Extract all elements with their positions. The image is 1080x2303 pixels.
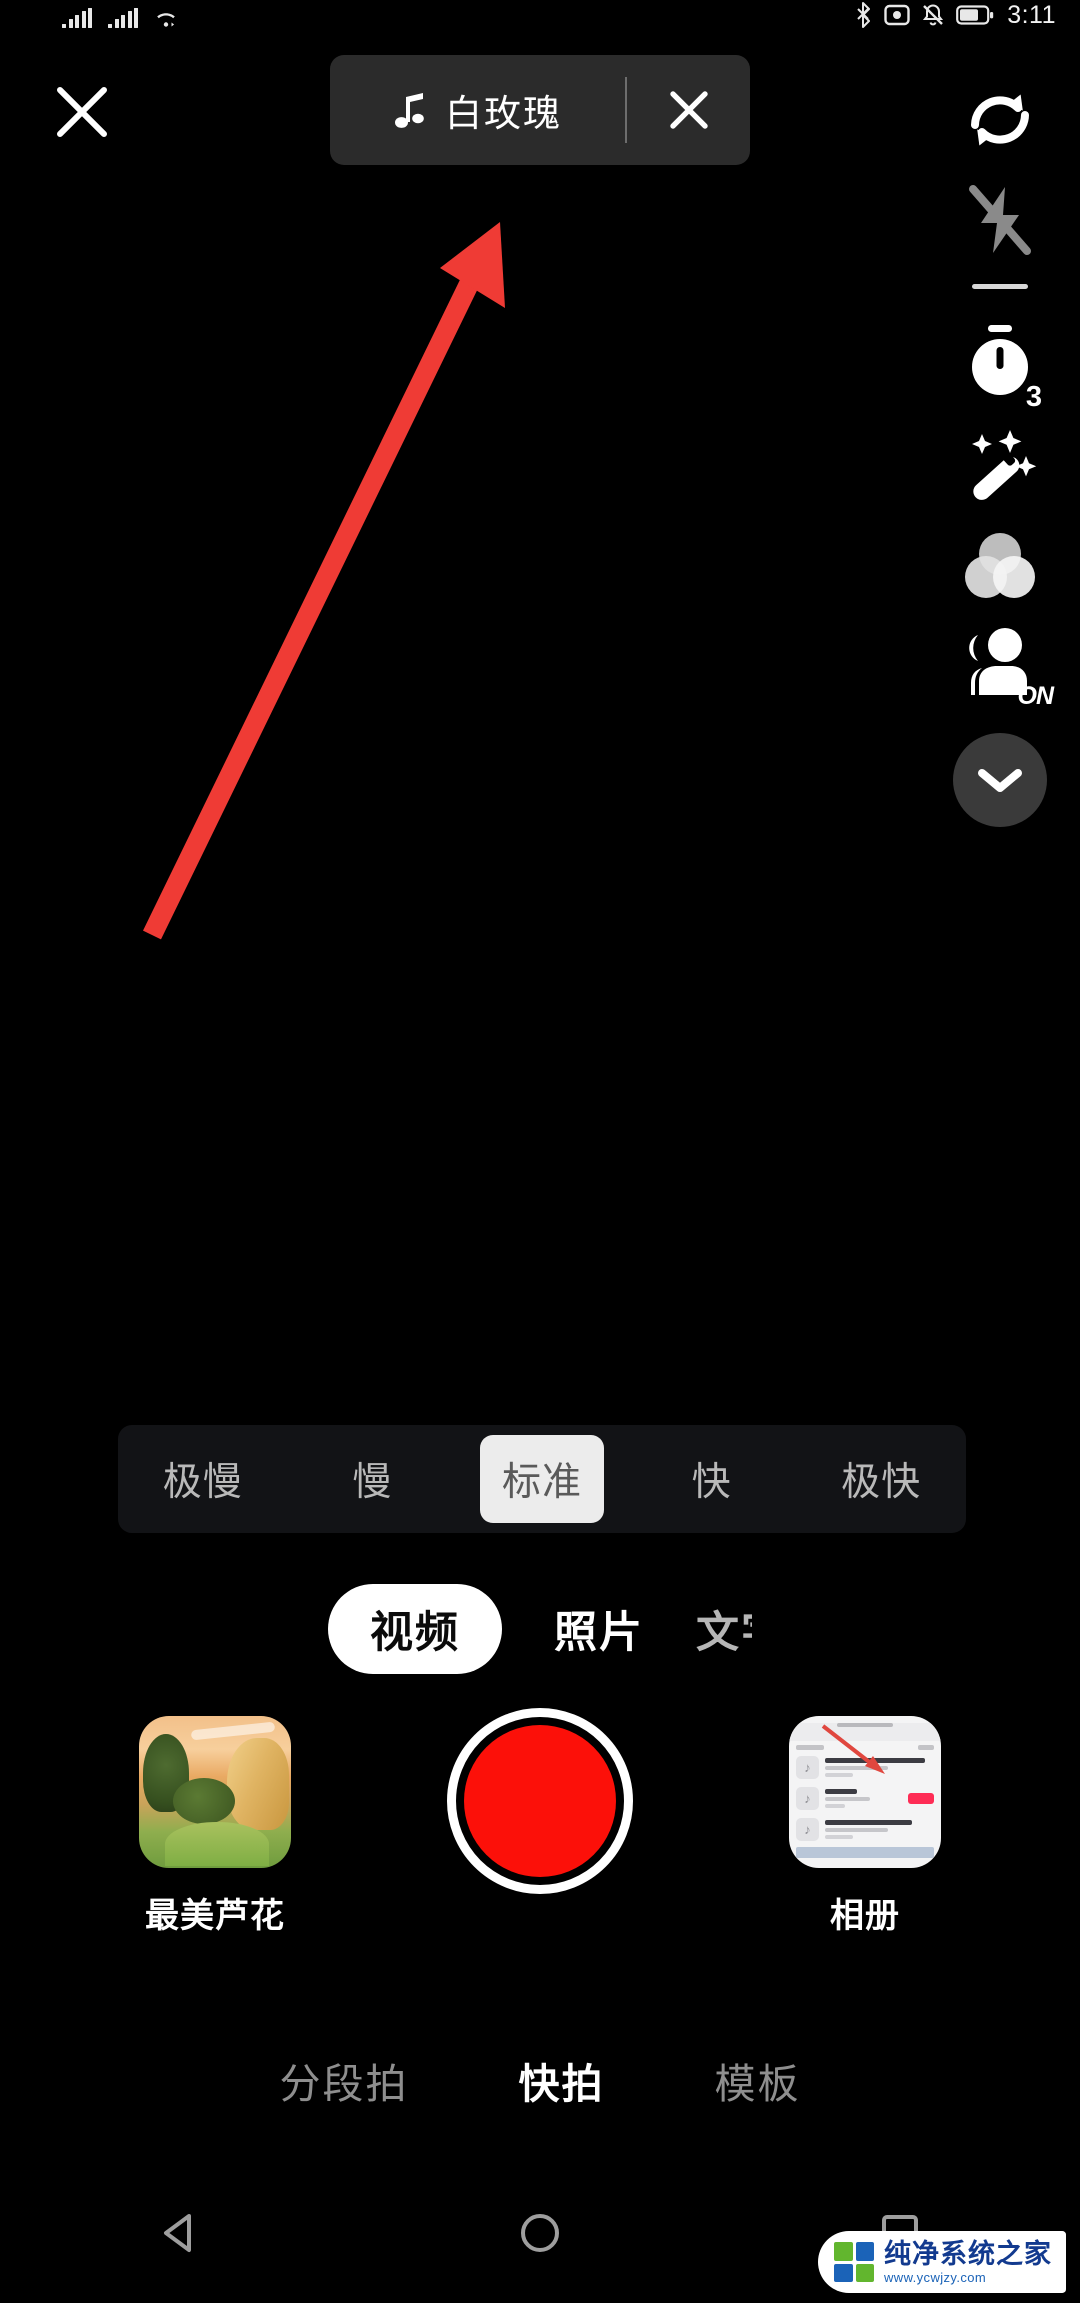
speed-option-fast[interactable]: 快 <box>627 1425 797 1533</box>
effect-label: 最美芦花 <box>145 1897 285 1935</box>
music-note-icon <box>395 93 424 128</box>
music-title: 白玫瑰 <box>445 93 562 134</box>
watermark-text: 纯净系统之家 www.ycwjzy.com <box>884 2238 1052 2285</box>
status-bar-right-icons: 3:11 <box>855 0 1056 30</box>
portrait-on-badge: ON <box>1017 681 1054 710</box>
mode-template[interactable]: 模板 <box>715 2050 801 2110</box>
rail-divider <box>972 284 1028 289</box>
capture-mode-tabs[interactable]: 视频 照片 文字 <box>0 1582 1080 1676</box>
album-thumb-row: ♪ <box>789 1814 941 1845</box>
speed-label: 标准 <box>479 1435 604 1523</box>
speed-option-standard[interactable]: 标准 <box>457 1425 627 1533</box>
filters-button[interactable] <box>920 515 1080 615</box>
album-thumbnail[interactable]: ♪ ♪ ♪ <box>789 1716 941 1868</box>
remove-music-button[interactable] <box>627 55 750 165</box>
wifi-icon <box>154 8 178 28</box>
record-inner-circle <box>464 1725 616 1877</box>
watermark-logo-icon <box>834 2242 874 2282</box>
close-camera-button[interactable] <box>44 74 120 150</box>
tab-text[interactable]: 文字 <box>696 1598 752 1660</box>
flash-toggle-button[interactable] <box>920 170 1080 270</box>
site-watermark: 纯净系统之家 www.ycwjzy.com <box>818 2231 1066 2293</box>
effect-shortcut[interactable]: 最美芦花 <box>100 1716 330 1937</box>
speed-label: 慢 <box>352 1461 393 1504</box>
speed-label: 快 <box>691 1461 732 1504</box>
timer-badge-value: 3 <box>1023 380 1044 414</box>
close-icon <box>57 87 107 137</box>
watermark-title: 纯净系统之家 <box>884 2238 1052 2269</box>
tab-video[interactable]: 视频 <box>328 1584 502 1674</box>
thumb-path <box>165 1822 269 1866</box>
effect-thumbnail[interactable] <box>139 1716 291 1868</box>
flip-camera-button[interactable] <box>920 70 1080 170</box>
portrait-mode-button[interactable]: ON <box>920 615 1080 715</box>
beauty-wand-icon <box>972 430 1037 500</box>
speed-label: 极快 <box>841 1461 922 1504</box>
album-shortcut[interactable]: ♪ ♪ ♪ 相册 <box>750 1716 980 1937</box>
speed-option-slow[interactable]: 慢 <box>288 1425 458 1533</box>
tab-photo[interactable]: 照片 <box>554 1598 644 1660</box>
flip-camera-icon <box>971 94 1029 146</box>
album-thumb-footer <box>796 1847 934 1858</box>
home-circle-icon <box>521 2214 559 2252</box>
camera-tools-rail: 3 ON <box>920 70 1080 827</box>
filters-icon <box>965 533 1035 598</box>
beauty-effects-button[interactable] <box>920 415 1080 515</box>
status-bar-left-icons <box>62 2 178 28</box>
back-triangle-icon <box>164 2214 191 2252</box>
mode-segmented[interactable]: 分段拍 <box>280 2050 409 2110</box>
countdown-timer-button[interactable]: 3 <box>920 315 1080 415</box>
status-bar-clock: 3:11 <box>1007 1 1056 29</box>
thumb-bush <box>173 1778 235 1824</box>
nav-back-button[interactable] <box>120 2163 240 2303</box>
portrait-icon-wrap: ON <box>959 625 1054 708</box>
bluetooth-icon <box>855 2 873 28</box>
chevron-down-icon <box>978 769 1022 792</box>
nav-home-button[interactable] <box>480 2163 600 2303</box>
record-button[interactable] <box>447 1708 633 1894</box>
speed-selector[interactable]: 极慢 慢 标准 快 极快 <box>118 1425 966 1533</box>
speed-option-very-slow[interactable]: 极慢 <box>118 1425 288 1533</box>
mode-quick[interactable]: 快拍 <box>519 2050 605 2110</box>
timer-icon-wrap: 3 <box>964 323 1045 414</box>
album-label: 相册 <box>830 1897 900 1935</box>
album-thumb-row: ♪ <box>789 1783 941 1814</box>
battery-icon <box>956 4 994 26</box>
speed-label: 极慢 <box>162 1461 243 1504</box>
notifications-muted-icon <box>921 3 945 27</box>
douyin-camera-screen: 3:11 白玫瑰 3 ON 极慢 慢 标准 快 极快 视频 照片 文 最美芦花 … <box>0 0 1080 2303</box>
selected-music-pill[interactable]: 白玫瑰 <box>330 55 750 165</box>
album-thumb-annotation-arrow <box>821 1724 885 1774</box>
close-icon <box>669 91 708 129</box>
capture-row: 最美芦花 ♪ ♪ ♪ 相册 <box>0 1708 1080 1966</box>
flash-off-icon <box>969 185 1031 255</box>
music-open-picker[interactable]: 白玫瑰 <box>330 55 625 165</box>
expand-tools-button[interactable] <box>953 733 1047 827</box>
watermark-url: www.ycwjzy.com <box>884 2269 987 2285</box>
speed-option-very-fast[interactable]: 极快 <box>796 1425 966 1533</box>
thumb-reed-grass <box>227 1738 289 1830</box>
signal-bars-sim1-icon <box>62 8 92 28</box>
screenshot-icon <box>884 3 910 27</box>
signal-bars-sim2-icon <box>108 8 138 28</box>
shooting-mode-tabs[interactable]: 分段拍 快拍 模板 <box>0 2040 1080 2120</box>
status-bar: 3:11 <box>0 0 1080 44</box>
